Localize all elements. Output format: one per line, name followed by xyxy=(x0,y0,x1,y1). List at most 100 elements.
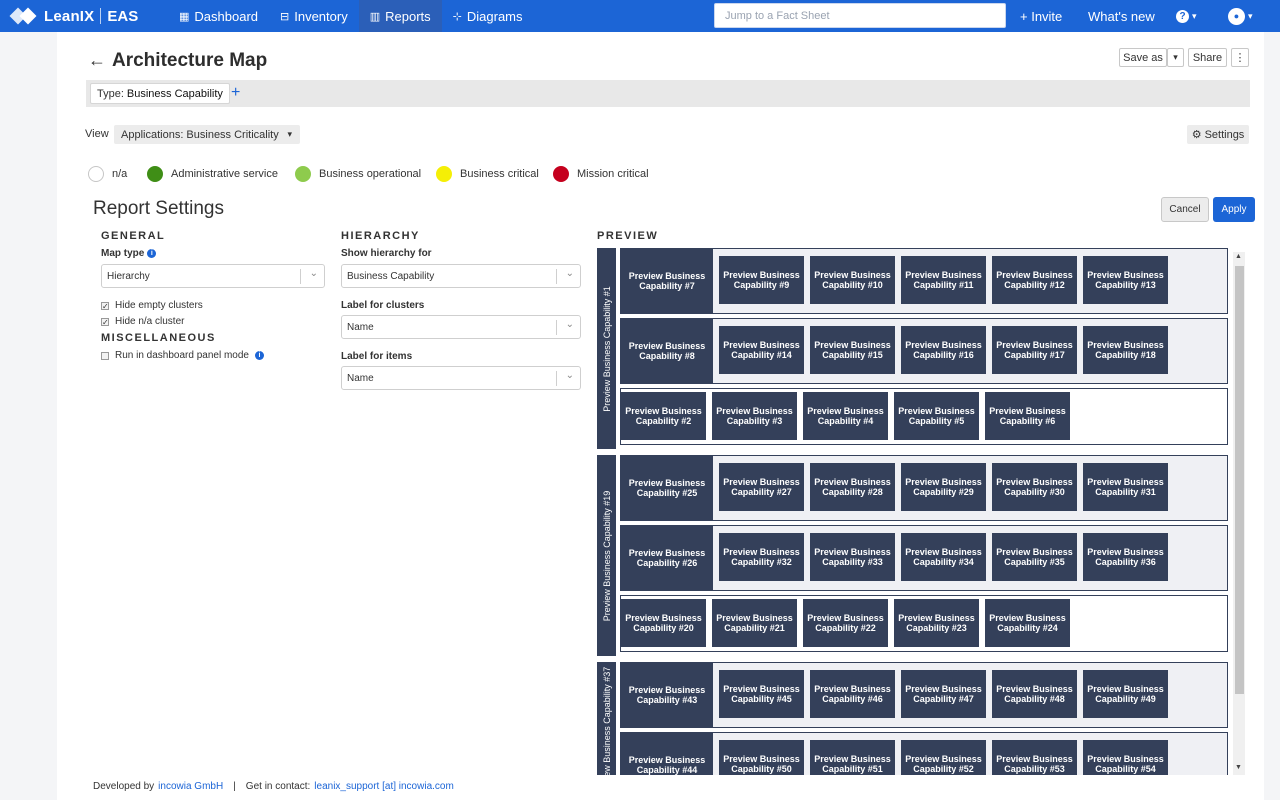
hide-empty-clusters-checkbox[interactable]: ✓ Hide empty clusters xyxy=(101,300,203,311)
preview-item-cell[interactable]: Preview Business Capability #31 xyxy=(1083,463,1168,511)
nav-dashboard[interactable]: ▦ Dashboard xyxy=(168,0,269,32)
whats-new-link[interactable]: What's new xyxy=(1088,0,1155,32)
map-type-select[interactable]: Hierarchy ⌄ xyxy=(101,264,325,288)
preview-item-cell[interactable]: Preview Business Capability #49 xyxy=(1083,670,1168,718)
preview-group-label-text: Preview Business Capability #1 xyxy=(601,285,612,412)
user-menu[interactable]: ● ▾ xyxy=(1228,0,1253,32)
brand-name: LeanIX xyxy=(44,7,95,25)
dashboard-mode-checkbox[interactable]: Run in dashboard panel mode i xyxy=(101,350,264,361)
footer-developed-by: Developed by xyxy=(93,781,155,792)
nav-inventory[interactable]: ⊟ Inventory xyxy=(269,0,359,32)
preview-item-cell[interactable]: Preview Business Capability #30 xyxy=(992,463,1077,511)
preview-item-cell[interactable]: Preview Business Capability #2 xyxy=(621,392,706,440)
preview-item-cell[interactable]: Preview Business Capability #33 xyxy=(810,533,895,581)
preview-item-cell[interactable]: Preview Business Capability #28 xyxy=(810,463,895,511)
preview-item-cell[interactable]: Preview Business Capability #24 xyxy=(985,599,1070,647)
preview-item-cell[interactable]: Preview Business Capability #9 xyxy=(719,256,804,304)
preview-item-cell[interactable]: Preview Business Capability #36 xyxy=(1083,533,1168,581)
preview-cluster-cell[interactable]: Preview Business Capability #8 xyxy=(621,319,713,383)
legend-label: Business critical xyxy=(460,168,539,180)
preview-item-cell[interactable]: Preview Business Capability #47 xyxy=(901,670,986,718)
preview-item-cell[interactable]: Preview Business Capability #15 xyxy=(810,326,895,374)
share-button[interactable]: Share xyxy=(1188,48,1227,67)
preview-item-cell[interactable]: Preview Business Capability #4 xyxy=(803,392,888,440)
back-arrow-icon[interactable]: ← xyxy=(88,50,106,71)
scroll-up-icon[interactable]: ▲ xyxy=(1235,253,1242,260)
info-icon[interactable]: i xyxy=(147,249,157,258)
preview-item-cell[interactable]: Preview Business Capability #48 xyxy=(992,670,1077,718)
preview-item-cell[interactable]: Preview Business Capability #20 xyxy=(621,599,706,647)
brand-logo[interactable]: LeanIX EAS xyxy=(0,0,168,32)
preview-group-label[interactable]: Preview Business Capability #19 xyxy=(597,455,616,656)
footer-contact-link[interactable]: leanix_support [at] incowia.com xyxy=(314,781,454,792)
preview-item-cell[interactable]: Preview Business Capability #18 xyxy=(1083,326,1168,374)
preview-cluster-cell[interactable]: Preview Business Capability #26 xyxy=(621,526,713,590)
help-menu[interactable]: ? ▾ xyxy=(1176,0,1197,32)
legend-swatch xyxy=(295,166,311,182)
apply-button[interactable]: Apply xyxy=(1213,197,1255,222)
add-filter-icon[interactable]: + xyxy=(231,84,240,102)
preview-item-cell[interactable]: Preview Business Capability #5 xyxy=(894,392,979,440)
legend-label: n/a xyxy=(112,168,128,180)
more-options-icon[interactable]: ⋮ xyxy=(1231,48,1249,67)
footer-separator: | xyxy=(233,781,236,792)
preview-item-cell[interactable]: Preview Business Capability #46 xyxy=(810,670,895,718)
preview-item-cell[interactable]: Preview Business Capability #34 xyxy=(901,533,986,581)
preview-item-cell[interactable]: Preview Business Capability #17 xyxy=(992,326,1077,374)
cancel-button[interactable]: Cancel xyxy=(1161,197,1209,222)
avatar-icon: ● xyxy=(1228,7,1245,25)
preview-cluster-cell[interactable]: Preview Business Capability #25 xyxy=(621,456,713,520)
preview-item-cell[interactable]: Preview Business Capability #45 xyxy=(719,670,804,718)
preview-item-cell[interactable]: Preview Business Capability #54 xyxy=(1083,740,1168,775)
preview-item-cell[interactable]: Preview Business Capability #14 xyxy=(719,326,804,374)
info-icon[interactable]: i xyxy=(254,351,264,360)
hide-na-cluster-checkbox[interactable]: ✓ Hide n/a cluster xyxy=(101,316,184,327)
preview-item-cell[interactable]: Preview Business Capability #50 xyxy=(719,740,804,775)
preview-item-cell[interactable]: Preview Business Capability #22 xyxy=(803,599,888,647)
invite-button[interactable]: + Invite xyxy=(1020,0,1062,32)
preview-item-cell[interactable]: Preview Business Capability #3 xyxy=(712,392,797,440)
chevron-down-icon: ⌄ xyxy=(309,268,318,279)
items-label-select[interactable]: Name ⌄ xyxy=(341,366,581,390)
fact-sheet-search-input[interactable]: Jump to a Fact Sheet xyxy=(714,3,1006,28)
preview-item-cell[interactable]: Preview Business Capability #29 xyxy=(901,463,986,511)
preview-item-cell[interactable]: Preview Business Capability #52 xyxy=(901,740,986,775)
report-settings-title: Report Settings xyxy=(93,198,224,219)
clusters-label-select[interactable]: Name ⌄ xyxy=(341,315,581,339)
preview-cluster-cell[interactable]: Preview Business Capability #7 xyxy=(621,249,713,313)
page-title: Architecture Map xyxy=(112,50,268,71)
footer-company-link[interactable]: incowia GmbH xyxy=(158,781,223,792)
type-filter-chip[interactable]: Type: Business Capability xyxy=(90,83,230,104)
preview-item-cell[interactable]: Preview Business Capability #23 xyxy=(894,599,979,647)
save-as-dropdown-icon[interactable]: ▾ xyxy=(1167,48,1184,67)
preview-group-label[interactable]: Preview Business Capability #37 xyxy=(597,662,616,775)
preview-item-cell[interactable]: Preview Business Capability #35 xyxy=(992,533,1077,581)
legend-swatch xyxy=(147,166,163,182)
preview-map: Preview Business Capability #7 Preview Bu… xyxy=(597,248,1231,775)
preview-item-cell[interactable]: Preview Business Capability #32 xyxy=(719,533,804,581)
brand-divider xyxy=(100,8,102,24)
checkbox-unchecked-icon xyxy=(101,351,109,360)
preview-item-cell[interactable]: Preview Business Capability #6 xyxy=(985,392,1070,440)
preview-item-cell[interactable]: Preview Business Capability #51 xyxy=(810,740,895,775)
preview-item-cell[interactable]: Preview Business Capability #53 xyxy=(992,740,1077,775)
preview-item-cell[interactable]: Preview Business Capability #13 xyxy=(1083,256,1168,304)
view-select-value: Applications: Business Criticality xyxy=(121,128,279,141)
preview-group-label[interactable]: Preview Business Capability #1 xyxy=(597,248,616,449)
preview-item-cell[interactable]: Preview Business Capability #11 xyxy=(901,256,986,304)
scrollbar-thumb[interactable] xyxy=(1235,266,1244,694)
view-select[interactable]: Applications: Business Criticality ▾ xyxy=(114,125,300,144)
settings-button[interactable]: ⚙ Settings xyxy=(1187,125,1249,144)
preview-item-cell[interactable]: Preview Business Capability #16 xyxy=(901,326,986,374)
nav-reports[interactable]: ▥ Reports xyxy=(358,0,442,32)
preview-item-cell[interactable]: Preview Business Capability #10 xyxy=(810,256,895,304)
preview-cluster-cell[interactable]: Preview Business Capability #44 xyxy=(621,733,713,775)
preview-item-cell[interactable]: Preview Business Capability #12 xyxy=(992,256,1077,304)
save-as-button[interactable]: Save as xyxy=(1119,48,1167,67)
nav-diagrams[interactable]: ⊹ Diagrams xyxy=(442,0,534,32)
scroll-down-icon[interactable]: ▼ xyxy=(1235,764,1242,771)
preview-item-cell[interactable]: Preview Business Capability #21 xyxy=(712,599,797,647)
preview-item-cell[interactable]: Preview Business Capability #27 xyxy=(719,463,804,511)
preview-cluster-cell[interactable]: Preview Business Capability #43 xyxy=(621,663,713,727)
show-hierarchy-select[interactable]: Business Capability ⌄ xyxy=(341,264,581,288)
